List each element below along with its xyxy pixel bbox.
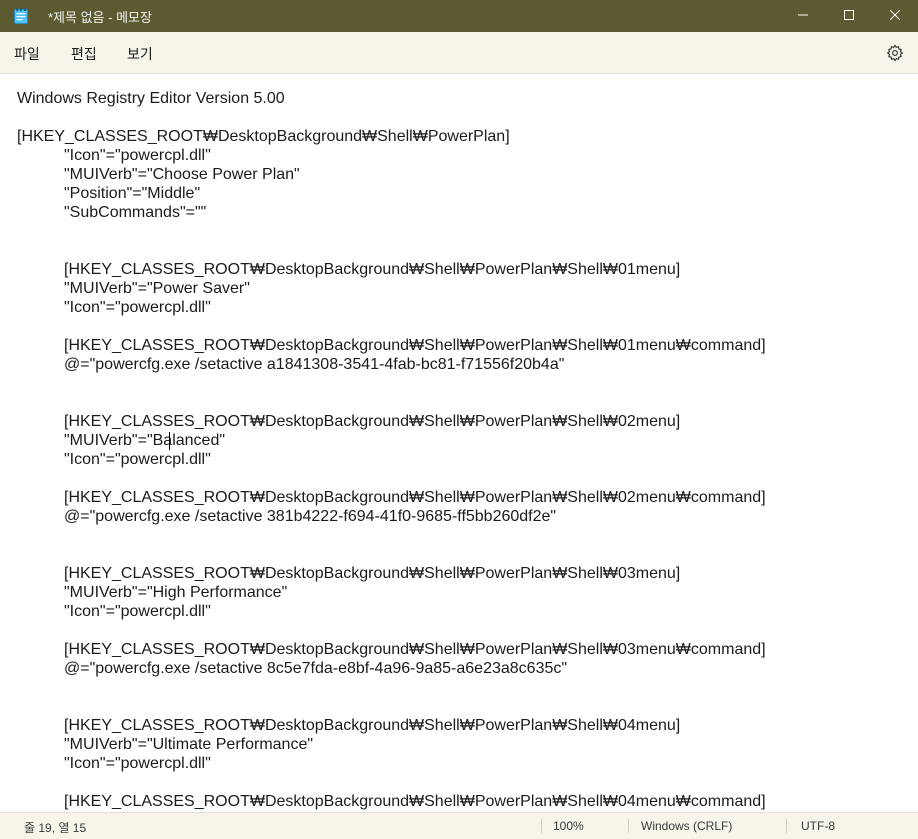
minimize-button[interactable] bbox=[780, 0, 826, 32]
editor-line: Windows Registry Editor Version 5.00 bbox=[17, 90, 285, 107]
status-bar: 줄 19, 열 15 100% Windows (CRLF) UTF-8 bbox=[0, 812, 918, 839]
editor-line: "MUIVerb"="Choose Power Plan" bbox=[64, 166, 300, 183]
editor-line: "Icon"="powercpl.dll" bbox=[64, 299, 211, 316]
editor-line: [HKEY_CLASSES_ROOT₩DesktopBackground₩She… bbox=[64, 793, 766, 810]
editor-line: @="powercfg.exe /setactive a1841308-3541… bbox=[64, 356, 565, 373]
minimize-icon bbox=[798, 7, 808, 25]
gear-icon[interactable] bbox=[886, 44, 904, 62]
editor-line: @="powercfg.exe /setactive 381b4222-f694… bbox=[64, 508, 557, 525]
window-title: *제목 없음 - 메모장 bbox=[48, 10, 152, 25]
maximize-icon bbox=[844, 7, 854, 25]
editor-line: "Position"="Middle" bbox=[64, 185, 201, 202]
editor-line: "MUIVerb"="Ultimate Performance" bbox=[64, 736, 314, 753]
notepad-window: *제목 없음 - 메모장 파일 편집 보기 Windows Registry E… bbox=[0, 0, 918, 839]
status-divider bbox=[786, 819, 787, 833]
editor-line: [HKEY_CLASSES_ROOT₩DesktopBackground₩She… bbox=[64, 261, 681, 278]
editor-line: @="powercfg.exe /setactive 8c5e7fda-e8bf… bbox=[64, 660, 568, 677]
menu-edit[interactable]: 편집 bbox=[71, 44, 97, 64]
editor-line: "MUIVerb"="High Performance" bbox=[64, 584, 288, 601]
menu-file[interactable]: 파일 bbox=[14, 44, 40, 64]
editor-line: "MUIVerb"="Balanced" bbox=[64, 432, 226, 449]
menu-view[interactable]: 보기 bbox=[127, 44, 153, 64]
editor-line: [HKEY_CLASSES_ROOT₩DesktopBackground₩She… bbox=[64, 489, 766, 506]
zoom-level: 100% bbox=[553, 819, 584, 833]
status-divider bbox=[628, 819, 629, 833]
editor-line: [HKEY_CLASSES_ROOT₩DesktopBackground₩She… bbox=[64, 413, 681, 430]
maximize-button[interactable] bbox=[826, 0, 872, 32]
editor-line: "MUIVerb"="Power Saver" bbox=[64, 280, 250, 297]
cursor-position: 줄 19, 열 15 bbox=[24, 821, 87, 835]
editor-line: "SubCommands"="" bbox=[64, 204, 207, 221]
encoding: UTF-8 bbox=[801, 819, 835, 833]
editor-line: [HKEY_CLASSES_ROOT₩DesktopBackground₩She… bbox=[64, 565, 681, 582]
editor-line: "Icon"="powercpl.dll" bbox=[64, 147, 211, 164]
text-editor[interactable]: Windows Registry Editor Version 5.00 [HK… bbox=[0, 74, 918, 812]
editor-line: [HKEY_CLASSES_ROOT₩DesktopBackground₩She… bbox=[17, 128, 510, 145]
line-ending: Windows (CRLF) bbox=[641, 819, 733, 833]
editor-line: "Icon"="powercpl.dll" bbox=[64, 603, 211, 620]
notepad-icon bbox=[14, 8, 28, 24]
title-bar[interactable]: *제목 없음 - 메모장 bbox=[0, 0, 918, 32]
editor-line: "Icon"="powercpl.dll" bbox=[64, 451, 211, 468]
close-button[interactable] bbox=[872, 0, 918, 32]
close-icon bbox=[889, 7, 901, 25]
editor-line: "Icon"="powercpl.dll" bbox=[64, 755, 211, 772]
status-divider bbox=[541, 819, 542, 833]
editor-line: [HKEY_CLASSES_ROOT₩DesktopBackground₩She… bbox=[64, 717, 681, 734]
text-caret bbox=[169, 432, 170, 450]
editor-line: [HKEY_CLASSES_ROOT₩DesktopBackground₩She… bbox=[64, 337, 766, 354]
editor-line: [HKEY_CLASSES_ROOT₩DesktopBackground₩She… bbox=[64, 641, 766, 658]
menu-bar: 파일 편집 보기 bbox=[0, 32, 918, 74]
